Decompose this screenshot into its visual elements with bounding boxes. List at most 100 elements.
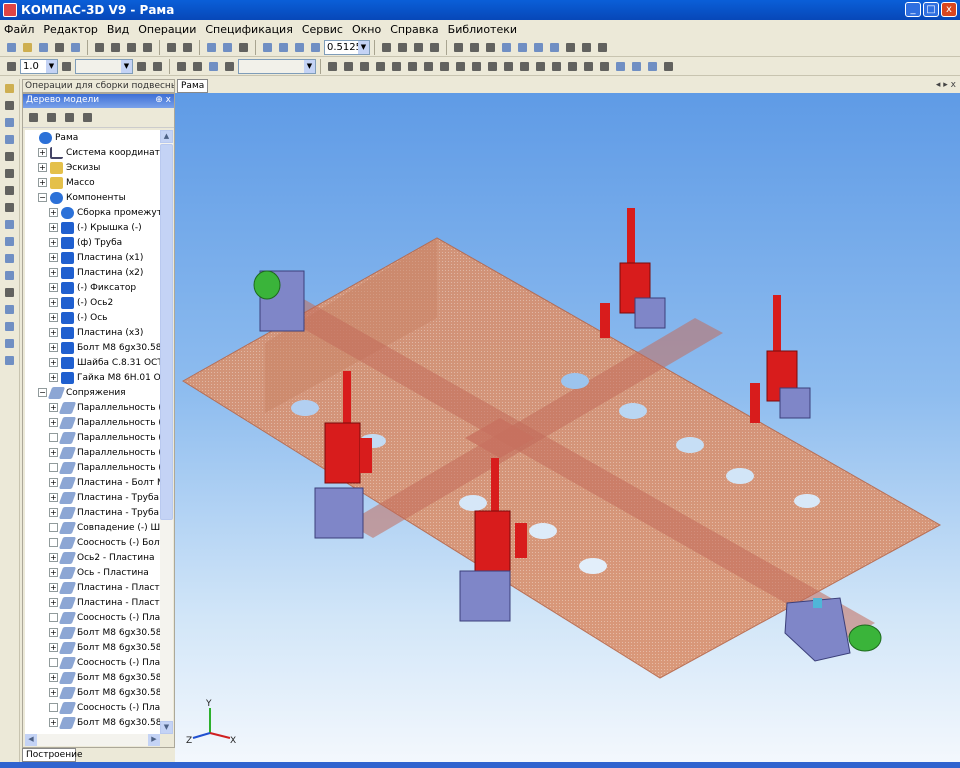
library-icon[interactable] xyxy=(563,40,578,55)
tree-node[interactable]: + Эскизы xyxy=(25,160,160,175)
dimension-icon[interactable] xyxy=(613,59,628,74)
measure-tools-icon[interactable] xyxy=(2,234,17,249)
new-file-icon[interactable] xyxy=(4,40,19,55)
x-coordinate-field[interactable]: ▼ xyxy=(238,58,316,74)
report-icon[interactable] xyxy=(2,285,17,300)
rotate-component-icon[interactable] xyxy=(2,149,17,164)
scroll-up-icon[interactable]: ▲ xyxy=(160,130,173,143)
menu-libraries[interactable]: Библиотеки xyxy=(448,23,517,36)
thin-lines-icon[interactable] xyxy=(483,40,498,55)
fasteners-icon[interactable] xyxy=(2,336,17,351)
auxiliary-geometry-icon[interactable] xyxy=(2,217,17,232)
menu-view[interactable]: Вид xyxy=(107,23,129,36)
scroll-down-icon[interactable]: ▼ xyxy=(160,721,173,734)
tree-node[interactable]: + Параллельность (-( xyxy=(25,445,160,460)
tree-node[interactable]: Параллельность (-( xyxy=(25,430,160,445)
tree-node[interactable]: + Пластина - Болт М xyxy=(25,475,160,490)
snap-nearest-icon[interactable] xyxy=(469,59,484,74)
tree-node[interactable]: Соосность (-) Плас xyxy=(25,655,160,670)
more-tools-icon[interactable] xyxy=(2,353,17,368)
snap-center-icon[interactable] xyxy=(373,59,388,74)
tree-node[interactable]: + Гайка М8 6Н.01 О xyxy=(25,370,160,385)
tree-node[interactable]: + Пластина - Труба xyxy=(25,490,160,505)
tree-node[interactable]: + Болт М8 6gx30.58 I xyxy=(25,340,160,355)
expand-icon[interactable]: + xyxy=(49,478,58,487)
state-icon[interactable] xyxy=(134,59,149,74)
expand-icon[interactable]: + xyxy=(49,328,58,337)
collapse-icon[interactable]: − xyxy=(38,193,47,202)
move-component-icon[interactable] xyxy=(2,132,17,147)
expand-icon[interactable]: + xyxy=(49,448,58,457)
spec-icon[interactable] xyxy=(2,268,17,283)
cursor-icon[interactable] xyxy=(222,59,237,74)
expand-icon[interactable]: + xyxy=(49,583,58,592)
expand-icon[interactable] xyxy=(49,613,58,622)
expand-icon[interactable]: + xyxy=(49,313,58,322)
menu-window[interactable]: Окно xyxy=(352,23,381,36)
open-file-icon[interactable] xyxy=(20,40,35,55)
expand-icon[interactable] xyxy=(49,703,58,712)
copy-icon[interactable] xyxy=(108,40,123,55)
snap-icon[interactable] xyxy=(206,59,221,74)
elements-icon[interactable] xyxy=(2,302,17,317)
expand-icon[interactable]: + xyxy=(38,163,47,172)
standard-parts-icon[interactable] xyxy=(2,319,17,334)
expand-icon[interactable]: + xyxy=(49,253,58,262)
menu-operations[interactable]: Операции xyxy=(138,23,196,36)
tree-node[interactable]: + Болт М8 6gx30.58 I xyxy=(25,715,160,730)
table-icon[interactable] xyxy=(174,59,189,74)
section-icon[interactable] xyxy=(547,40,562,55)
perspective-icon[interactable] xyxy=(531,40,546,55)
tree-node[interactable]: Совпадение (-) Шо xyxy=(25,520,160,535)
expand-icon[interactable]: + xyxy=(49,643,58,652)
constraint-icon[interactable] xyxy=(629,59,644,74)
zoom-out-icon[interactable] xyxy=(276,40,291,55)
zoom-in-icon[interactable] xyxy=(260,40,275,55)
tree-node[interactable]: + Пластина - Пластин xyxy=(25,580,160,595)
tree-separate-icon[interactable] xyxy=(80,110,95,125)
tree-node[interactable]: + Сборка промежуточ xyxy=(25,205,160,220)
snap-extend-icon[interactable] xyxy=(549,59,564,74)
3d-viewport[interactable]: Y X Z xyxy=(175,93,960,766)
expand-icon[interactable]: + xyxy=(49,628,58,637)
save-icon[interactable] xyxy=(36,40,51,55)
sketch-icon[interactable] xyxy=(2,166,17,181)
expand-icon[interactable]: + xyxy=(49,373,58,382)
expand-icon[interactable]: + xyxy=(38,148,47,157)
orientation-icon[interactable] xyxy=(379,40,394,55)
tree-node[interactable]: Соосность (-) Плас xyxy=(25,610,160,625)
tree-vertical-scrollbar[interactable]: ▲ ▼ xyxy=(160,130,173,734)
extrude-icon[interactable] xyxy=(2,183,17,198)
snap-normal-icon[interactable] xyxy=(421,59,436,74)
tree-node[interactable]: + Пластина - Труба xyxy=(25,505,160,520)
tree-node[interactable]: + Пластина (х1) xyxy=(25,250,160,265)
tree-node[interactable]: + Ось - Пластина xyxy=(25,565,160,580)
tree-node[interactable]: + Ось2 - Пластина xyxy=(25,550,160,565)
tree-node[interactable]: + Параллельность (-( xyxy=(25,400,160,415)
snap-quadrant-icon[interactable] xyxy=(437,59,452,74)
hidden-lines-icon[interactable] xyxy=(467,40,482,55)
expand-icon[interactable]: + xyxy=(49,718,58,727)
snap-along-icon[interactable] xyxy=(517,59,532,74)
layer-icon[interactable] xyxy=(59,59,74,74)
snap-tangent-icon[interactable] xyxy=(405,59,420,74)
settings-icon[interactable] xyxy=(595,40,610,55)
tree-node[interactable]: + Пластина - Пластин xyxy=(25,595,160,610)
close-button[interactable]: x xyxy=(941,2,957,17)
tree-node[interactable]: + Болт М8 6gx30.58 I xyxy=(25,640,160,655)
expand-icon[interactable]: + xyxy=(49,358,58,367)
tree-node[interactable]: Рама xyxy=(25,130,160,145)
tree-node[interactable]: + (-) Ось xyxy=(25,310,160,325)
mates-icon[interactable] xyxy=(2,115,17,130)
measure-icon[interactable] xyxy=(645,59,660,74)
tree-node[interactable]: Параллельность (-( xyxy=(25,460,160,475)
expand-icon[interactable]: + xyxy=(49,223,58,232)
menu-edit[interactable]: Редактор xyxy=(43,23,98,36)
filter-icon[interactable] xyxy=(661,59,676,74)
zoom-combo[interactable]: 0.5125 ▼ xyxy=(324,39,370,55)
shaded-icon[interactable] xyxy=(499,40,514,55)
tree-node[interactable]: + Болт М8 6gx30.58 I xyxy=(25,670,160,685)
expand-icon[interactable]: + xyxy=(49,673,58,682)
expand-icon[interactable] xyxy=(49,658,58,667)
zoom-window-icon[interactable] xyxy=(292,40,307,55)
